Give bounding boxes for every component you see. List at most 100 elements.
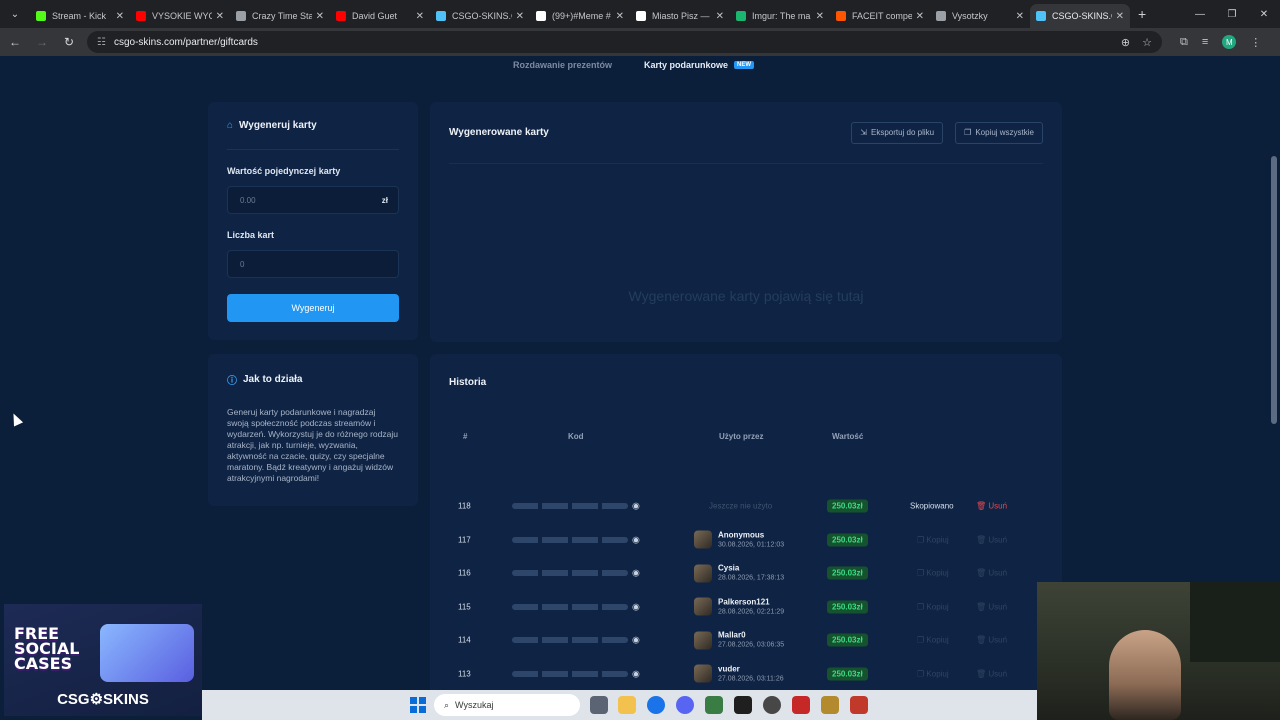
forward-arrow-icon[interactable]: →: [30, 30, 54, 54]
app-icon[interactable]: [792, 696, 810, 714]
browser-tab[interactable]: VYSOKIE WYGR ✕: [130, 4, 230, 28]
shield-app-icon[interactable]: [850, 696, 868, 714]
extensions-icon[interactable]: ⧉: [1180, 36, 1188, 49]
history-title: Historia: [449, 376, 487, 388]
address-bar[interactable]: ☷ csgo-skins.com/partner/giftcards ⊕ ☆: [87, 31, 1162, 53]
delete-label: Usuń: [988, 602, 1008, 611]
back-arrow-icon[interactable]: ←: [3, 30, 27, 54]
blurred-code: [512, 670, 628, 677]
minimize-icon[interactable]: —: [1184, 0, 1216, 28]
tab-giveaways[interactable]: Rozdawanie prezentów: [513, 60, 612, 70]
profile-avatar[interactable]: M: [1222, 35, 1237, 49]
copy-button[interactable]: ❐ Kopiuj: [917, 602, 949, 611]
export-icon: ⇲: [860, 128, 867, 137]
delete-button[interactable]: 🗑︎ Usuń: [976, 535, 1007, 544]
tab-close-icon[interactable]: ✕: [916, 11, 924, 22]
row-number: 117: [458, 535, 471, 544]
delete-button[interactable]: 🗑︎ Usuń: [976, 569, 1007, 578]
eye-icon[interactable]: ◉: [632, 635, 640, 646]
tab-close-icon[interactable]: ✕: [416, 11, 424, 22]
delete-button[interactable]: 🗑︎ Usuń: [976, 502, 1007, 511]
delete-button[interactable]: 🗑︎ Usuń: [976, 669, 1007, 678]
used-by-user: Mallar0 27.08.2026, 03:06:35: [694, 631, 784, 650]
tab-close-icon[interactable]: ✕: [616, 11, 624, 22]
tab-search-chevron-icon[interactable]: ⌄: [4, 3, 26, 25]
copy-button[interactable]: ❐ Kopiuj: [917, 636, 949, 645]
copy-all-button[interactable]: ❐ Kopiuj wszystkie: [955, 121, 1043, 144]
browser-tab[interactable]: Stream - Kick ✕: [30, 4, 130, 28]
windows-start-icon[interactable]: [410, 697, 426, 713]
eye-icon[interactable]: ◉: [632, 568, 640, 579]
delete-button[interactable]: 🗑︎ Usuń: [976, 602, 1007, 611]
browser-tab[interactable]: David Guet ✕: [330, 4, 430, 28]
tab-close-icon[interactable]: ✕: [316, 11, 324, 22]
copy-icon: ❐: [917, 568, 927, 578]
browser-tab[interactable]: CSGO-SKINS.C ✕: [430, 4, 530, 28]
zoom-icon[interactable]: ⊕: [1121, 36, 1130, 49]
close-window-icon[interactable]: ✕: [1248, 0, 1280, 28]
tab-favicon-icon: [236, 11, 246, 21]
maximize-icon[interactable]: ❐: [1216, 0, 1248, 28]
browser-tab[interactable]: Crazy Time Sta ✕: [230, 4, 330, 28]
trash-icon: 🗑︎: [976, 602, 987, 611]
taskbar-search[interactable]: ⌕ Wyszukaj: [434, 694, 580, 716]
copy-button[interactable]: Skopiowano: [910, 502, 954, 511]
card-count-input[interactable]: 0: [227, 250, 399, 278]
delete-label: Usuń: [988, 568, 1008, 578]
bookmark-star-icon[interactable]: ☆: [1142, 36, 1152, 49]
tab-close-icon[interactable]: ✕: [116, 11, 124, 22]
reload-icon[interactable]: ↻: [57, 30, 81, 54]
browser-tab-strip: ⌄ Stream - Kick✕VYSOKIE WYGR✕Crazy Time …: [0, 0, 1280, 28]
site-info-icon[interactable]: ☷: [97, 37, 106, 48]
streamer-figure: [1109, 630, 1181, 720]
terminal-icon[interactable]: [734, 696, 752, 714]
row-number: 118: [458, 501, 471, 511]
card-value-input[interactable]: 0.00 zł: [227, 186, 399, 214]
tab-favicon-icon: [136, 11, 146, 21]
blurred-code: [512, 570, 628, 576]
copy-button[interactable]: ❐ Kopiuj: [917, 535, 949, 544]
tab-title: Miasto Pisz —: [652, 11, 710, 21]
promo-overlay: FREE SOCIAL CASES CSG⚙SKINS: [4, 604, 202, 716]
file-explorer-icon[interactable]: [618, 696, 636, 714]
tab-title: Imgur: The ma: [752, 11, 811, 21]
browser-tab[interactable]: Miasto Pisz — ✕: [630, 4, 730, 28]
value-badge: 250.03zł: [827, 566, 868, 580]
eye-icon[interactable]: ◉: [632, 501, 640, 512]
tab-favicon-icon: [1036, 11, 1046, 21]
scrollbar-thumb[interactable]: [1271, 156, 1277, 424]
browser-tab[interactable]: Vysotzky ✕: [930, 4, 1030, 28]
tab-media-icon[interactable]: ≡: [1202, 36, 1208, 48]
new-tab-plus-icon[interactable]: +: [1138, 6, 1146, 22]
eye-icon[interactable]: ◉: [632, 601, 640, 612]
browser-tab[interactable]: (99+)#Meme # ✕: [530, 4, 630, 28]
discord-icon[interactable]: [676, 696, 694, 714]
tab-close-icon[interactable]: ✕: [1116, 11, 1124, 22]
tab-close-icon[interactable]: ✕: [216, 11, 224, 22]
app-icon[interactable]: [821, 696, 839, 714]
browser-tab[interactable]: Imgur: The ma ✕: [730, 4, 830, 28]
copy-button[interactable]: ❐ Kopiuj: [917, 669, 949, 678]
chrome-icon[interactable]: [647, 696, 665, 714]
tab-close-icon[interactable]: ✕: [516, 11, 524, 22]
browser-menu-icon[interactable]: ⋮: [1250, 36, 1261, 49]
steam-icon[interactable]: [763, 696, 781, 714]
tab-favicon-icon: [636, 11, 646, 21]
tab-close-icon[interactable]: ✕: [1016, 11, 1024, 22]
tab-close-icon[interactable]: ✕: [716, 11, 724, 22]
col-code: Kod: [568, 432, 584, 441]
delete-button[interactable]: 🗑︎ Usuń: [976, 636, 1007, 645]
tab-favicon-icon: [836, 11, 846, 21]
export-button[interactable]: ⇲ Eksportuj do pliku: [851, 121, 944, 144]
eye-icon[interactable]: ◉: [632, 534, 640, 545]
app-icon[interactable]: [705, 696, 723, 714]
info-icon: ⓘ: [227, 376, 237, 387]
generate-button[interactable]: Wygeneruj: [227, 294, 399, 322]
browser-tab[interactable]: CSGO-SKINS.C ✕: [1030, 4, 1130, 28]
tab-close-icon[interactable]: ✕: [816, 11, 824, 22]
task-view-icon[interactable]: [590, 696, 608, 714]
tab-giftcards[interactable]: Karty podarunkowe NEW: [644, 60, 755, 70]
copy-button[interactable]: ❐ Kopiuj: [917, 569, 949, 578]
eye-icon[interactable]: ◉: [632, 668, 640, 679]
browser-tab[interactable]: FACEIT compe ✕: [830, 4, 930, 28]
